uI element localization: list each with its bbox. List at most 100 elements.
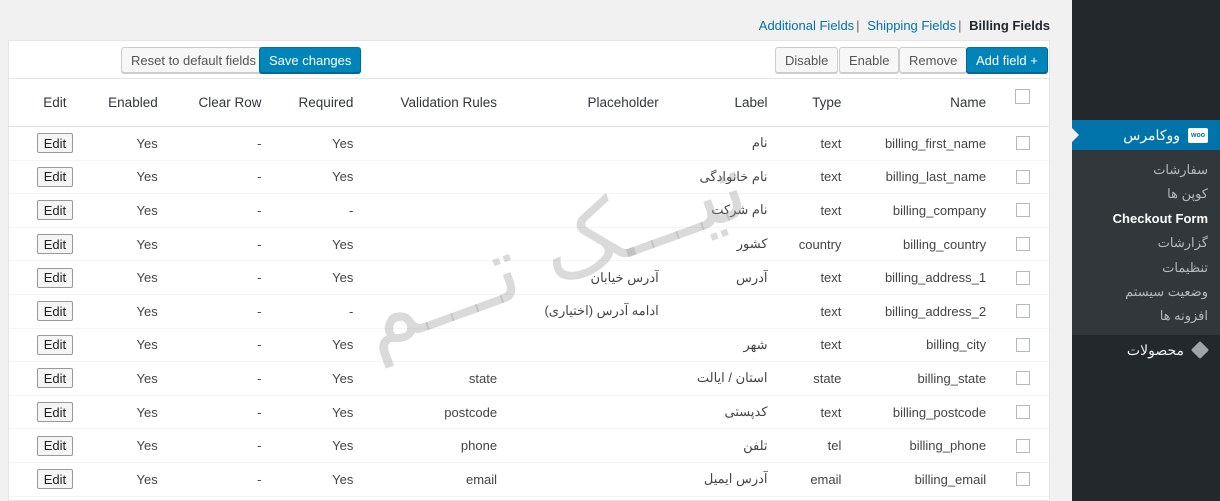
cell-clear: - <box>257 303 262 319</box>
menu-woocommerce-label: ووکامرس <box>1123 126 1180 143</box>
cell-name: billing_country <box>903 236 987 252</box>
cell-clear: - <box>257 404 262 420</box>
cell-clear: - <box>257 471 262 487</box>
header-label: Label <box>734 95 768 110</box>
cell-label: شهر <box>743 336 768 352</box>
cell-label: نام خانوادگی <box>699 168 768 184</box>
cell-clear: - <box>257 337 262 353</box>
add-field-button[interactable]: Add field + <box>966 47 1048 73</box>
cell-required: Yes <box>332 404 354 420</box>
edit-button[interactable]: Edit <box>36 133 74 154</box>
edit-button[interactable]: Edit <box>36 435 74 456</box>
cell-type: text <box>820 270 842 286</box>
cell-enabled: Yes <box>136 370 158 386</box>
tab-billing-fields[interactable]: Billing Fields <box>969 18 1050 33</box>
row-checkbox[interactable] <box>1015 472 1030 487</box>
cell-required: Yes <box>332 438 354 454</box>
row-checkbox[interactable] <box>1015 405 1030 420</box>
row-checkbox[interactable] <box>1015 169 1030 184</box>
cell-name: billing_company <box>892 202 987 218</box>
submenu-item[interactable]: Checkout Form <box>1072 207 1220 231</box>
table-row: Edit Yes - Yes email آدرس ایمیل email billing_e… <box>9 463 1049 497</box>
submenu-item[interactable]: تنظیمات <box>1072 256 1220 280</box>
cell-enabled: Yes <box>136 135 158 151</box>
header-validation: Validation Rules <box>400 95 498 110</box>
table-body: Edit Yes - Yes نام text billing_first_name Edit… <box>9 127 1049 497</box>
edit-button[interactable]: Edit <box>36 234 74 255</box>
table-row: Edit Yes - - نام شرکت text billing_company <box>9 194 1049 228</box>
woocommerce-submenu: سفارشات کوپن ها Checkout Form گزارشات تنظیما… <box>1072 150 1220 335</box>
row-checkbox[interactable] <box>1015 203 1030 218</box>
header-placeholder: Placeholder <box>587 95 659 110</box>
reset-button[interactable]: Reset to default fields <box>121 47 267 73</box>
cell-validation: state <box>468 370 498 386</box>
menu-products[interactable]: محصولات <box>1072 335 1220 365</box>
cell-required: Yes <box>332 135 354 151</box>
fields-panel: Reset to default fields Save changes Dis… <box>8 40 1050 501</box>
tab-shipping-fields[interactable]: Shipping Fields <box>867 18 956 33</box>
tab-additional-fields[interactable]: Additional Fields <box>759 18 854 33</box>
cell-required: Yes <box>332 471 354 487</box>
table-row: Edit Yes - Yes phone تلفن tel billing_phone <box>9 429 1049 463</box>
cell-enabled: Yes <box>136 270 158 286</box>
table-row: Edit Yes - Yes کشور country billing_country <box>9 228 1049 262</box>
cell-validation: phone <box>460 438 498 454</box>
products-box-icon <box>1190 340 1210 360</box>
cell-type: tel <box>827 438 842 454</box>
cell-name: billing_city <box>926 337 987 353</box>
save-button[interactable]: Save changes <box>259 47 362 73</box>
select-all-checkbox[interactable] <box>1015 89 1031 104</box>
edit-button[interactable]: Edit <box>36 368 74 389</box>
cell-type: text <box>820 169 842 185</box>
edit-button[interactable]: Edit <box>36 334 74 355</box>
cell-clear: - <box>257 438 262 454</box>
row-checkbox[interactable] <box>1015 371 1030 386</box>
enable-button[interactable]: Enable <box>839 47 900 73</box>
cell-enabled: Yes <box>136 169 158 185</box>
submenu-item[interactable]: گزارشات <box>1072 231 1220 255</box>
cell-label: کشور <box>736 236 768 252</box>
menu-woocommerce[interactable]: woo ووکامرس <box>1072 120 1220 150</box>
cell-name: billing_address_1 <box>884 270 987 286</box>
woocommerce-icon: woo <box>1188 127 1208 143</box>
table-row: Edit Yes - Yes نام text billing_first_name <box>9 127 1049 161</box>
header-name: Name <box>950 95 987 110</box>
header-enabled: Enabled <box>108 95 158 110</box>
admin-sidebar: woo ووکامرس سفارشات کوپن ها Checkout Form گ… <box>1072 0 1220 501</box>
edit-button[interactable]: Edit <box>36 402 74 423</box>
row-checkbox[interactable] <box>1015 270 1030 285</box>
cell-required: - <box>349 202 354 218</box>
row-checkbox[interactable] <box>1015 337 1030 352</box>
cell-label: تلفن <box>743 437 768 453</box>
row-checkbox[interactable] <box>1015 438 1030 453</box>
edit-button[interactable]: Edit <box>36 200 74 221</box>
cell-name: billing_postcode <box>892 404 987 420</box>
cell-required: - <box>349 303 354 319</box>
submenu-item[interactable]: افزونه ها <box>1072 304 1220 328</box>
table-row: Edit Yes - Yes آدرس خیابان آدرس text billing_ad… <box>9 261 1049 295</box>
cell-name: billing_email <box>914 471 987 487</box>
edit-button[interactable]: Edit <box>36 301 74 322</box>
cell-type: country <box>798 236 842 252</box>
edit-button[interactable]: Edit <box>36 267 74 288</box>
table-row: Edit Yes - Yes نام خانوادگی text billing_last_… <box>9 161 1049 195</box>
cell-type: email <box>810 471 842 487</box>
cell-name: billing_last_name <box>885 169 987 185</box>
submenu-item[interactable]: سفارشات <box>1072 158 1220 182</box>
cell-clear: - <box>257 370 262 386</box>
submenu-item[interactable]: کوپن ها <box>1072 182 1220 206</box>
cell-enabled: Yes <box>136 471 158 487</box>
submenu-item[interactable]: وضعیت سیستم <box>1072 280 1220 304</box>
row-checkbox[interactable] <box>1015 237 1030 252</box>
cell-type: text <box>820 135 842 151</box>
edit-button[interactable]: Edit <box>36 166 74 187</box>
disable-button[interactable]: Disable <box>775 47 839 73</box>
cell-label: نام <box>751 135 768 151</box>
row-checkbox[interactable] <box>1015 304 1030 319</box>
cell-name: billing_address_2 <box>884 303 987 319</box>
remove-button[interactable]: Remove <box>899 47 968 73</box>
row-checkbox[interactable] <box>1015 136 1030 151</box>
cell-required: Yes <box>332 370 354 386</box>
edit-button[interactable]: Edit <box>36 469 74 490</box>
menu-products-label: محصولات <box>1126 341 1184 358</box>
